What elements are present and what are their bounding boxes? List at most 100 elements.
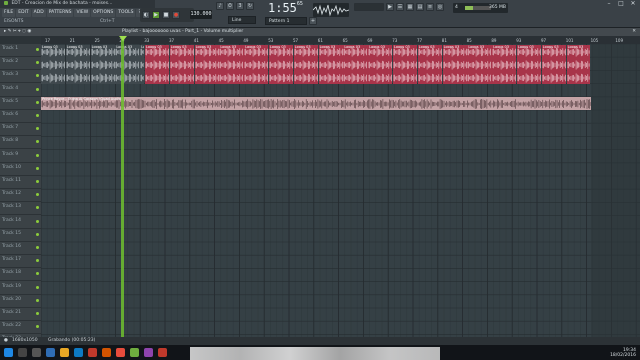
- track-mute-led-icon[interactable]: [36, 61, 39, 65]
- menu-view[interactable]: VIEW: [74, 9, 91, 17]
- track-header[interactable]: Track 6: [0, 110, 41, 123]
- play-button[interactable]: ▶: [152, 11, 160, 19]
- track-mute-led-icon[interactable]: [36, 166, 39, 170]
- loop-clip[interactable]: [219, 57, 244, 71]
- track-header[interactable]: Track 21: [0, 308, 41, 321]
- chrome-icon[interactable]: [158, 348, 167, 357]
- loop-clip[interactable]: [442, 57, 467, 71]
- loop-clip[interactable]: Loops 03: [492, 44, 517, 58]
- loop-clip[interactable]: [417, 70, 443, 84]
- loop-clip[interactable]: [194, 70, 219, 84]
- track-header[interactable]: Track 1: [0, 44, 41, 57]
- firefox-icon[interactable]: [102, 348, 111, 357]
- playlist-tools-icons[interactable]: ▸ ✎ ✂ ⌖ ◌ ◉: [4, 28, 31, 36]
- loop-clip[interactable]: [566, 70, 591, 84]
- loop-clip[interactable]: [169, 70, 195, 84]
- loop-clip[interactable]: [442, 70, 467, 84]
- loop-clip[interactable]: [318, 57, 343, 71]
- loop-clip[interactable]: Loops 03: [343, 44, 368, 58]
- track-mute-led-icon[interactable]: [36, 272, 39, 276]
- loop-clip[interactable]: [293, 70, 319, 84]
- loop-clip[interactable]: [140, 57, 145, 71]
- track-header[interactable]: Track 15: [0, 229, 41, 242]
- loop-clip[interactable]: Loops 03: [65, 44, 91, 58]
- play-icon[interactable]: ▶: [386, 3, 394, 11]
- loop-clip[interactable]: [140, 70, 145, 84]
- track-mute-led-icon[interactable]: [36, 298, 39, 302]
- track-header[interactable]: Track 3: [0, 70, 41, 84]
- track-mute-led-icon[interactable]: [36, 100, 39, 104]
- loop-clip[interactable]: [318, 70, 343, 84]
- loop-clip[interactable]: [41, 57, 66, 71]
- recorder-icon[interactable]: [116, 348, 125, 357]
- menu-add[interactable]: ADD: [31, 9, 46, 17]
- loop-clip[interactable]: [269, 70, 294, 84]
- plugin-icon[interactable]: ◎: [436, 3, 444, 11]
- track-header[interactable]: Track 16: [0, 242, 41, 255]
- loop-clip[interactable]: [41, 70, 66, 84]
- close-icon[interactable]: ✕: [628, 0, 638, 7]
- loop-clip[interactable]: [368, 70, 393, 84]
- stop-button[interactable]: ■: [162, 11, 170, 19]
- loop-clip[interactable]: [219, 70, 244, 84]
- loop-clip[interactable]: Loops 03: [145, 44, 170, 58]
- track-header[interactable]: Track 19: [0, 282, 41, 295]
- loop-clip[interactable]: [169, 57, 195, 71]
- piano-roll-icon[interactable]: ▤: [416, 3, 424, 11]
- loop-clip[interactable]: [343, 70, 368, 84]
- loop-clip[interactable]: Loops 03: [541, 44, 567, 58]
- track-header[interactable]: Track 22: [0, 321, 41, 335]
- timeline-ruler[interactable]: 1721252933374145495357616569737781858993…: [41, 36, 640, 44]
- track-mute-led-icon[interactable]: [36, 74, 39, 78]
- track-header[interactable]: Track 17: [0, 255, 41, 269]
- loop-clip[interactable]: [293, 57, 319, 71]
- browser-icon[interactable]: ☰: [396, 3, 404, 11]
- loop-clip[interactable]: Loops 03: [318, 44, 343, 58]
- loop-clip[interactable]: [145, 70, 170, 84]
- track-mute-led-icon[interactable]: [36, 193, 39, 197]
- menu-edit[interactable]: EDIT: [16, 9, 31, 17]
- loop-clip[interactable]: [145, 57, 170, 71]
- loop-clip[interactable]: Loops 03: [194, 44, 219, 58]
- menu-options[interactable]: OPTIONS: [91, 9, 116, 17]
- loop-clip[interactable]: Loops 03: [115, 44, 140, 58]
- track-mute-led-icon[interactable]: [36, 127, 39, 131]
- track-mute-led-icon[interactable]: [36, 232, 39, 236]
- track-mute-led-icon[interactable]: [36, 180, 39, 183]
- loop-clip[interactable]: Loops 03: [368, 44, 393, 58]
- loop-clip[interactable]: Loops 03: [393, 44, 418, 58]
- fl-studio-taskbar-icon[interactable]: [130, 348, 139, 357]
- loop-clip[interactable]: [517, 57, 542, 71]
- app-icon[interactable]: [144, 348, 153, 357]
- track-header[interactable]: Track 7: [0, 123, 41, 137]
- menu-file[interactable]: FILE: [2, 9, 16, 17]
- loop-clip[interactable]: [194, 57, 219, 71]
- track-header[interactable]: Track 20: [0, 295, 41, 308]
- loop-clip[interactable]: [90, 57, 115, 71]
- pattern-selector[interactable]: Pattern 1: [265, 17, 307, 25]
- track-mute-led-icon[interactable]: [36, 48, 39, 51]
- track-header[interactable]: Track 13: [0, 202, 41, 216]
- loop-clip[interactable]: [393, 57, 418, 71]
- track-header[interactable]: Track 2: [0, 57, 41, 71]
- loop-clip[interactable]: [65, 70, 91, 84]
- loop-clip[interactable]: Loops 03: [244, 44, 269, 58]
- loop-clip[interactable]: [343, 57, 368, 71]
- loop-clip[interactable]: Loops 03: [442, 44, 467, 58]
- track-mute-led-icon[interactable]: [36, 206, 39, 210]
- master-volume-bar[interactable]: [354, 3, 384, 11]
- loop-clip[interactable]: Loops 03: [140, 44, 145, 58]
- menu-tools[interactable]: TOOLS: [116, 9, 136, 17]
- countdown-icon[interactable]: 3: [236, 2, 244, 10]
- loop-clip[interactable]: [417, 57, 443, 71]
- task-view-icon[interactable]: [32, 348, 41, 357]
- loop-clip[interactable]: [269, 57, 294, 71]
- loop-clip[interactable]: [65, 57, 91, 71]
- loop-clip[interactable]: [492, 57, 517, 71]
- mixer-icon[interactable]: ≡: [426, 3, 434, 11]
- file-explorer-icon[interactable]: [60, 348, 69, 357]
- track-header[interactable]: Track 12: [0, 189, 41, 203]
- record-button[interactable]: ●: [172, 11, 180, 19]
- loop-clip[interactable]: Loops 03: [41, 44, 66, 58]
- loop-clip[interactable]: [467, 57, 492, 71]
